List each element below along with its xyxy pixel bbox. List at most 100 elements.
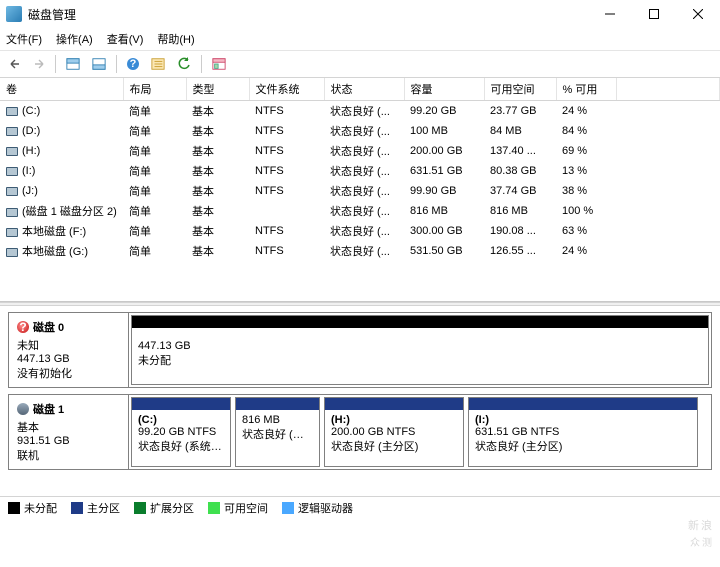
partition-status: 状态良好 (主分区) [331,438,457,454]
toolbar-separator [201,55,202,73]
disk-error-icon: ? [17,321,29,333]
partition-size: 816 MB [242,414,313,426]
table-row[interactable]: 本地磁盘 (F:)简单基本NTFS状态良好 (...300.00 GB190.0… [0,221,720,241]
col-filesystem[interactable]: 文件系统 [249,78,324,101]
cell-free: 84 MB [484,121,556,141]
menu-help[interactable]: 帮助(H) [157,31,194,47]
disk-1-partition[interactable]: (C:)99.20 GB NTFS状态良好 (系统, 启动, 页面... [131,397,231,467]
table-row[interactable]: 本地磁盘 (G:)简单基本NTFS状态良好 (...531.50 GB126.5… [0,241,720,261]
volume-icon [6,127,18,136]
cell-type: 基本 [186,241,249,261]
volume-icon [6,208,18,217]
cell-percent: 38 % [556,181,616,201]
table-row[interactable]: (I:)简单基本NTFS状态良好 (...631.51 GB80.38 GB13… [0,161,720,181]
disk-1-row[interactable]: 磁盘 1 基本 931.51 GB 联机 (C:)99.20 GB NTFS状态… [8,394,712,470]
disk-1-partition[interactable]: (H:)200.00 GB NTFS状态良好 (主分区) [324,397,464,467]
cell-type: 基本 [186,161,249,181]
cell-fs: NTFS [249,141,324,161]
col-free[interactable]: 可用空间 [484,78,556,101]
disk-1-partition[interactable]: (I:)631.51 GB NTFS状态良好 (主分区) [468,397,698,467]
help-icon[interactable]: ? [122,53,144,75]
cell-layout: 简单 [123,101,186,122]
refresh-icon[interactable] [172,53,196,75]
col-volume[interactable]: 卷 [0,78,123,101]
cell-status: 状态良好 (... [324,201,404,221]
partition-status: 状态良好 (系统, 启动, 页面... [138,438,224,454]
disk-0-kind: 未知 [17,337,120,353]
stripe-primary [325,398,463,410]
partition-size: 447.13 GB [138,340,702,352]
volume-icon [6,248,18,257]
close-button[interactable] [676,0,720,28]
partition-status: 状态良好 (恢复... [242,426,313,442]
legend-swatch-logical [282,502,294,514]
legend-swatch-free [208,502,220,514]
volume-icon [6,107,18,116]
cell-layout: 简单 [123,201,186,221]
cell-status: 状态良好 (... [324,101,404,122]
legend-free: 可用空间 [224,500,268,516]
cell-volume: (H:) [0,141,123,161]
cell-capacity: 99.20 GB [404,101,484,122]
table-row[interactable]: (H:)简单基本NTFS状态良好 (...200.00 GB137.40 ...… [0,141,720,161]
cell-capacity: 300.00 GB [404,221,484,241]
col-type[interactable]: 类型 [186,78,249,101]
cell-type: 基本 [186,101,249,122]
menu-file[interactable]: 文件(F) [6,31,42,47]
disk-1-partition[interactable]: 816 MB状态良好 (恢复... [235,397,320,467]
disk-1-header[interactable]: 磁盘 1 基本 931.51 GB 联机 [9,395,129,469]
cell-percent: 63 % [556,221,616,241]
partition-name: (H:) [331,414,457,426]
col-percent[interactable]: % 可用 [556,78,616,101]
col-status[interactable]: 状态 [324,78,404,101]
cell-volume: (I:) [0,161,123,181]
toolbar-separator [55,55,56,73]
cell-fs: NTFS [249,101,324,122]
cell-volume: 本地磁盘 (G:) [0,241,123,261]
stripe-primary [469,398,697,410]
cell-type: 基本 [186,121,249,141]
volume-list[interactable]: 卷 布局 类型 文件系统 状态 容量 可用空间 % 可用 (C:)简单基本NTF… [0,78,720,302]
table-row[interactable]: (D:)简单基本NTFS状态良好 (...100 MB84 MB84 % [0,121,720,141]
volume-icon [6,228,18,237]
stripe-primary [236,398,319,410]
view-top-icon[interactable] [61,53,85,75]
cell-fs: NTFS [249,181,324,201]
cell-type: 基本 [186,201,249,221]
cell-free: 37.74 GB [484,181,556,201]
table-row[interactable]: (C:)简单基本NTFS状态良好 (...99.20 GB23.77 GB24 … [0,101,720,122]
cell-volume: (C:) [0,101,123,122]
volume-icon [6,147,18,156]
col-capacity[interactable]: 容量 [404,78,484,101]
table-row[interactable]: (磁盘 1 磁盘分区 2)简单基本状态良好 (...816 MB816 MB10… [0,201,720,221]
table-header[interactable]: 卷 布局 类型 文件系统 状态 容量 可用空间 % 可用 [0,78,720,101]
cell-type: 基本 [186,141,249,161]
disk-0-row[interactable]: ?磁盘 0 未知 447.13 GB 没有初始化 447.13 GB 未分配 [8,312,712,388]
col-layout[interactable]: 布局 [123,78,186,101]
menu-view[interactable]: 查看(V) [107,31,144,47]
disk-0-header[interactable]: ?磁盘 0 未知 447.13 GB 没有初始化 [9,313,129,387]
cell-percent: 24 % [556,241,616,261]
menu-action[interactable]: 操作(A) [56,31,93,47]
cell-capacity: 200.00 GB [404,141,484,161]
back-button[interactable] [4,53,26,75]
maximize-button[interactable] [632,0,676,28]
disk-0-partition-unallocated[interactable]: 447.13 GB 未分配 [131,315,709,385]
properties-icon[interactable] [207,53,231,75]
cell-capacity: 99.90 GB [404,181,484,201]
cell-type: 基本 [186,181,249,201]
cell-status: 状态良好 (... [324,181,404,201]
cell-fs [249,201,324,221]
watermark: 新浪众测 [688,513,714,549]
minimize-button[interactable] [588,0,632,28]
cell-fs: NTFS [249,221,324,241]
cell-status: 状态良好 (... [324,221,404,241]
cell-volume: (D:) [0,121,123,141]
settings-icon[interactable] [146,53,170,75]
partition-name: (C:) [138,414,224,426]
view-bottom-icon[interactable] [87,53,111,75]
cell-layout: 简单 [123,221,186,241]
table-row[interactable]: (J:)简单基本NTFS状态良好 (...99.90 GB37.74 GB38 … [0,181,720,201]
cell-status: 状态良好 (... [324,161,404,181]
forward-button[interactable] [28,53,50,75]
